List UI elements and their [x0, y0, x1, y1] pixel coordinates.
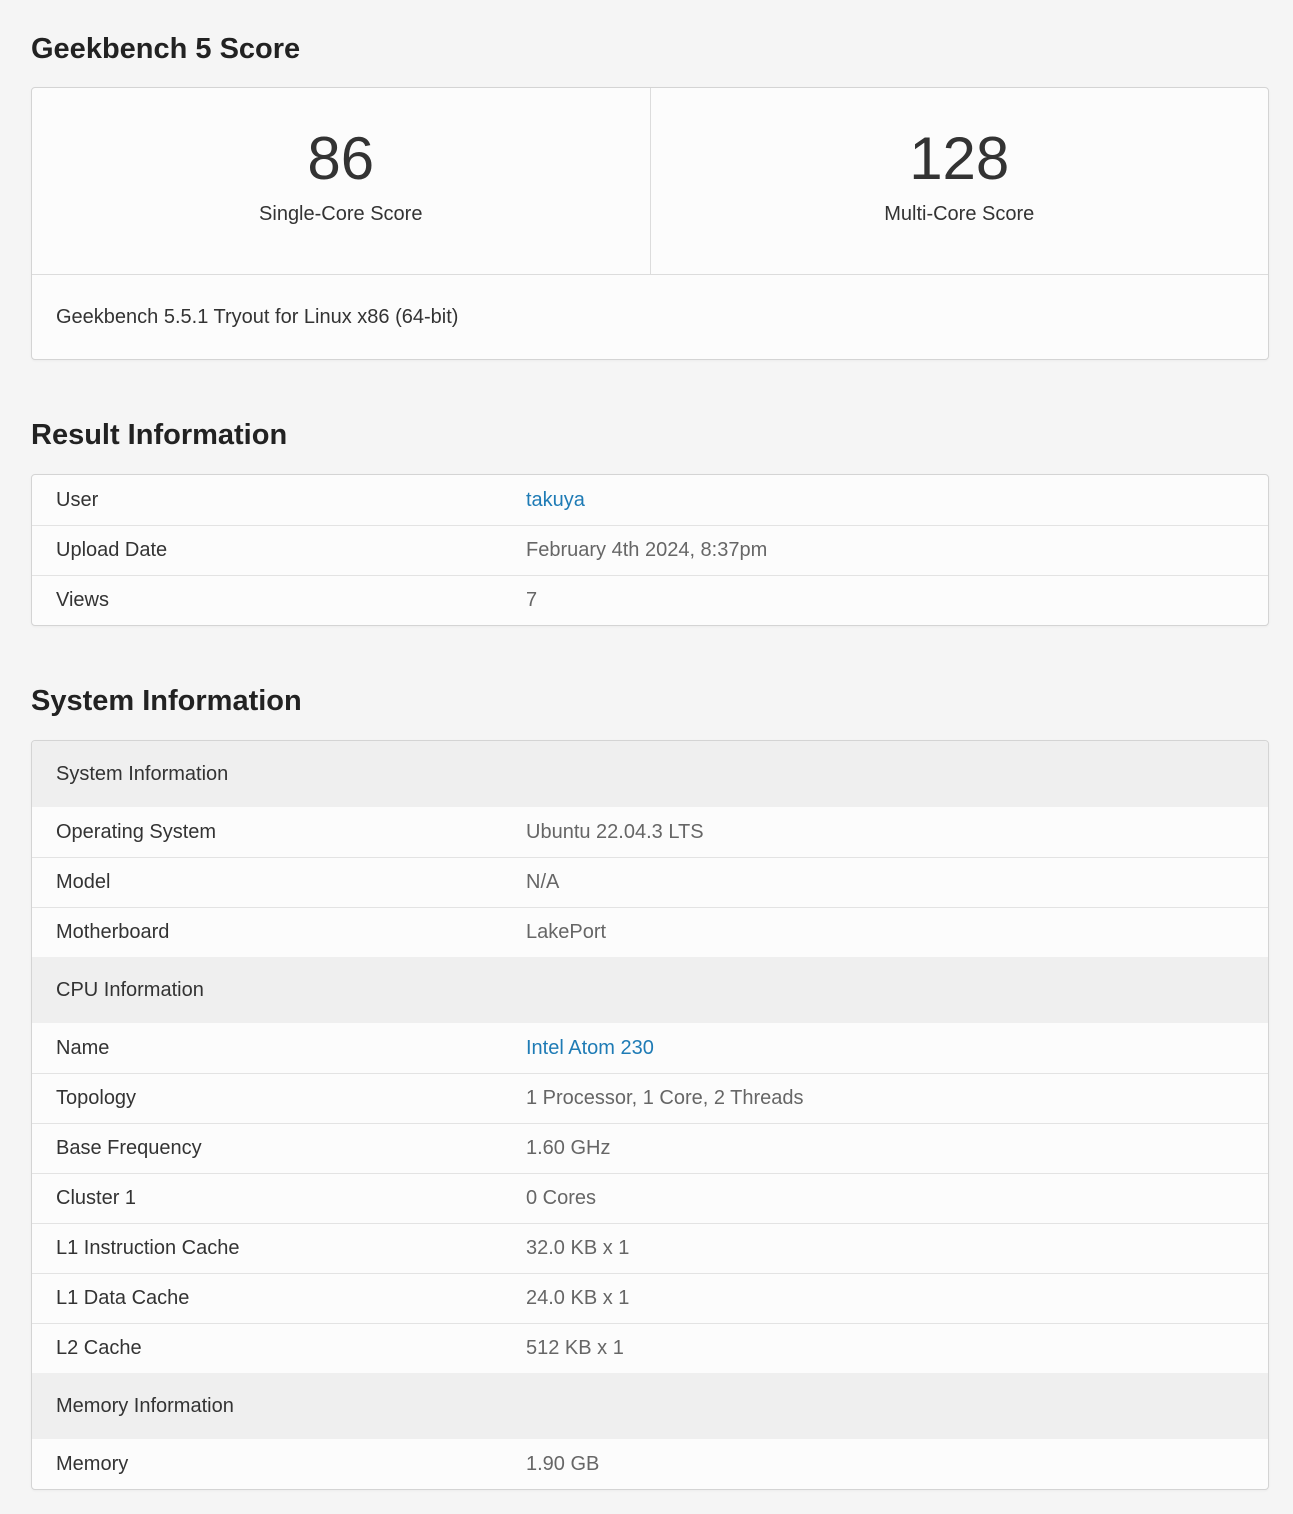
table-row: Upload Date February 4th 2024, 8:37pm: [32, 525, 1268, 575]
multi-core-cell: 128 Multi-Core Score: [649, 88, 1269, 274]
table-row: Model N/A: [32, 857, 1268, 907]
row-value: 1.90 GB: [526, 1452, 600, 1475]
row-key: Base Frequency: [56, 1137, 202, 1159]
single-core-cell: 86 Single-Core Score: [32, 88, 650, 274]
system-info-table: System Information Operating System Ubun…: [31, 740, 1269, 1490]
row-value: 32.0 KB x 1: [526, 1237, 630, 1259]
row-value: 1.60 GHz: [526, 1137, 611, 1159]
table-row: Motherboard LakePort: [32, 907, 1268, 957]
row-key: Upload Date: [56, 539, 168, 561]
table-row: Base Frequency 1.60 GHz: [32, 1123, 1268, 1173]
row-key: L1 Data Cache: [56, 1287, 190, 1309]
row-value: 512 KB x 1: [526, 1337, 624, 1359]
row-value: LakePort: [526, 921, 607, 943]
row-key: Name: [56, 1036, 110, 1059]
group-header-system: System Information: [32, 741, 1268, 807]
cpu-name-link[interactable]: Intel Atom 230: [526, 1037, 1268, 1060]
result-section-title: Result Information: [31, 419, 288, 451]
table-row: L1 Data Cache 24.0 KB x 1: [32, 1273, 1268, 1323]
table-row: L1 Instruction Cache 32.0 KB x 1: [32, 1223, 1268, 1273]
row-key: L1 Instruction Cache: [56, 1237, 240, 1259]
multi-core-score-label: Multi-Core Score: [884, 203, 1035, 225]
row-key: Motherboard: [56, 921, 170, 943]
row-key: User: [56, 488, 99, 511]
group-header-memory: Memory Information: [32, 1373, 1268, 1439]
score-card: 86 Single-Core Score 128 Multi-Core Scor…: [31, 87, 1269, 360]
system-section-title: System Information: [31, 685, 302, 717]
table-row: Name Intel Atom 230: [32, 1023, 1268, 1073]
table-row: Topology 1 Processor, 1 Core, 2 Threads: [32, 1073, 1268, 1123]
result-info-table: User takuya Upload Date February 4th 202…: [31, 474, 1269, 626]
table-row: Views 7: [32, 575, 1268, 625]
row-value: 0 Cores: [526, 1187, 597, 1209]
score-row: 86 Single-Core Score 128 Multi-Core Scor…: [32, 88, 1268, 275]
score-section-title: Geekbench 5 Score: [31, 33, 301, 65]
table-row: L2 Cache 512 KB x 1: [32, 1323, 1268, 1373]
multi-core-score-value: 128: [909, 125, 1010, 192]
row-key: L2 Cache: [56, 1337, 142, 1359]
row-key: Operating System: [56, 820, 217, 843]
row-value: 1 Processor, 1 Core, 2 Threads: [526, 1087, 804, 1109]
single-core-score-value: 86: [307, 125, 375, 192]
table-row: Cluster 1 0 Cores: [32, 1173, 1268, 1223]
table-row: Operating System Ubuntu 22.04.3 LTS: [32, 807, 1268, 857]
user-link[interactable]: takuya: [526, 489, 1268, 512]
row-value: 24.0 KB x 1: [526, 1287, 630, 1309]
row-value: 7: [526, 589, 538, 611]
row-value: Ubuntu 22.04.3 LTS: [526, 820, 704, 843]
row-value: N/A: [526, 871, 560, 893]
page: Geekbench 5 Score 86 Single-Core Score 1…: [0, 31, 1293, 1490]
table-row: User takuya: [32, 475, 1268, 525]
row-key: Memory: [56, 1452, 129, 1475]
single-core-score-label: Single-Core Score: [259, 203, 423, 225]
row-key: Topology: [56, 1087, 137, 1109]
group-header-cpu: CPU Information: [32, 957, 1268, 1023]
row-value: February 4th 2024, 8:37pm: [526, 539, 768, 561]
row-key: Cluster 1: [56, 1187, 137, 1209]
row-key: Views: [56, 589, 109, 611]
row-key: Model: [56, 871, 111, 893]
benchmark-version: Geekbench 5.5.1 Tryout for Linux x86 (64…: [56, 306, 459, 328]
table-row: Memory 1.90 GB: [32, 1439, 1268, 1489]
